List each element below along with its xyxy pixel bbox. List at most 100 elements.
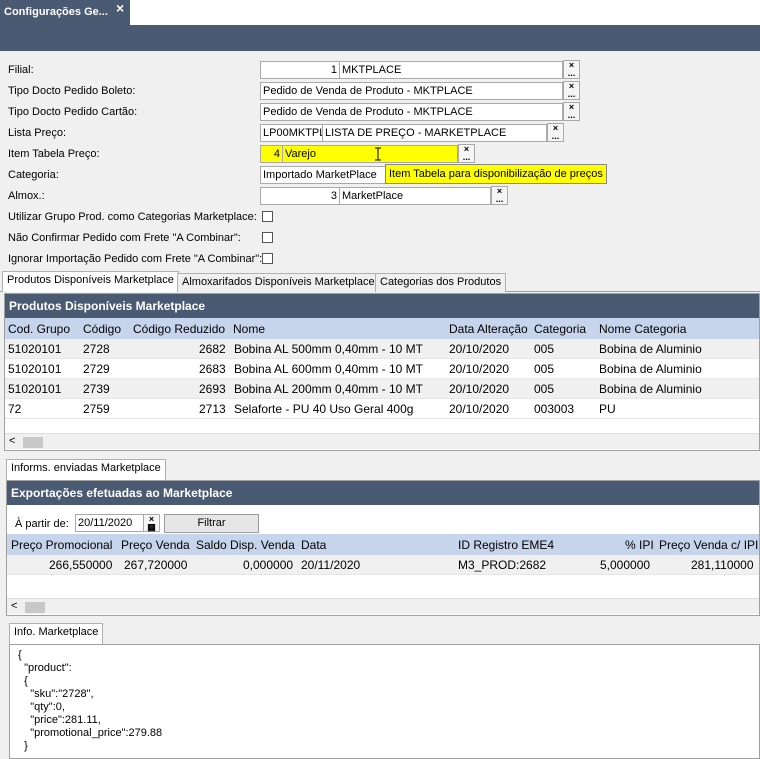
- lista-preco-code-field[interactable]: LP00MKTPL: [260, 124, 323, 142]
- cell: 005: [534, 362, 555, 376]
- filial-code-field[interactable]: 1: [260, 61, 340, 79]
- categoria-field[interactable]: Importado MarketPlace: [260, 166, 386, 184]
- ignorar-importacao-checkbox[interactable]: [262, 253, 273, 264]
- window-titlebar: Configurações Ge... ×: [0, 0, 760, 25]
- cell: 005: [534, 382, 555, 396]
- scroll-left-icon[interactable]: <: [11, 600, 17, 612]
- filial-label: Filial:: [8, 64, 34, 76]
- lista-preco-lookup-button[interactable]: ×...: [547, 123, 564, 142]
- col-saldo-disp-venda[interactable]: Saldo Disp. Venda: [196, 538, 295, 552]
- cell: Bobina de Aluminio: [599, 382, 702, 396]
- table-row[interactable]: 51020101 2728 2682 Bobina AL 500mm 0,40m…: [5, 339, 759, 359]
- cell: 20/10/2020: [449, 342, 510, 356]
- tipo-cartao-label: Tipo Docto Pedido Cartão:: [8, 106, 138, 118]
- cell: 2693: [199, 382, 226, 396]
- ellipsis-icon: ...: [551, 131, 560, 141]
- horizontal-scrollbar[interactable]: <: [7, 598, 759, 614]
- scroll-thumb[interactable]: [25, 602, 45, 613]
- item-tabela-lookup-button[interactable]: ×...: [458, 144, 475, 163]
- ellipsis-icon: ...: [567, 110, 576, 120]
- tipo-boleto-field[interactable]: Pedido de Venda de Produto - MKTPLACE: [260, 82, 563, 100]
- tab-title: Configurações Ge...: [4, 6, 108, 18]
- cell: 267,720000: [124, 558, 188, 572]
- tab-info-marketplace[interactable]: Info. Marketplace: [9, 623, 104, 644]
- tab-almoxarifados[interactable]: Almoxarifados Disponíveis Marketplace: [177, 273, 380, 292]
- tab-produtos[interactable]: Produtos Disponíveis Marketplace: [2, 271, 179, 292]
- col-nome[interactable]: Nome: [233, 322, 265, 336]
- tab-strip: Produtos Disponíveis Marketplace Almoxar…: [0, 271, 760, 292]
- cell: Bobina AL 600mm 0,40mm - 10 MT: [234, 362, 423, 376]
- close-icon[interactable]: ×: [116, 0, 124, 16]
- cell: 2728: [83, 342, 110, 356]
- json-content[interactable]: { "product": { "sku":"2728", "qty":0, "p…: [10, 645, 759, 757]
- grupo-categorias-checkbox[interactable]: [262, 211, 273, 222]
- cell: 51020101: [8, 362, 62, 376]
- ellipsis-icon: ...: [567, 89, 576, 99]
- col-nome-categoria[interactable]: Nome Categoria: [599, 322, 686, 336]
- item-tabela-code-field[interactable]: 4: [260, 145, 283, 163]
- horizontal-scrollbar[interactable]: <: [5, 433, 759, 449]
- cell: 0,000000: [243, 558, 294, 572]
- tipo-cartao-lookup-button[interactable]: ×...: [563, 102, 580, 121]
- col-preco-venda[interactable]: Preço Venda: [121, 538, 190, 552]
- cell: 2713: [199, 402, 226, 416]
- table-row[interactable]: 51020101 2739 2693 Bobina AL 200mm 0,40m…: [5, 379, 759, 399]
- cell: Bobina de Aluminio: [599, 342, 702, 356]
- calendar-button[interactable]: × ▦: [143, 514, 160, 532]
- cell: 2682: [199, 342, 226, 356]
- table-row[interactable]: 72 2759 2713 Selaforte - PU 40 Uso Geral…: [5, 399, 759, 419]
- col-id-registro[interactable]: ID Registro EME4: [458, 538, 554, 552]
- item-tabela-name-field[interactable]: Varejo: [282, 145, 458, 163]
- col-categoria[interactable]: Categoria: [534, 322, 586, 336]
- almox-name-field[interactable]: MarketPlace: [339, 187, 491, 205]
- col-data-alteracao[interactable]: Data Alteração: [449, 322, 528, 336]
- lista-preco-name-field[interactable]: LISTA DE PREÇO - MARKETPLACE: [322, 124, 547, 142]
- a-partir-de-date-field[interactable]: 20/11/2020: [75, 514, 145, 532]
- col-data[interactable]: Data: [301, 538, 326, 552]
- cell: 005: [534, 342, 555, 356]
- cell: 20/10/2020: [449, 402, 510, 416]
- tab-informs-enviadas[interactable]: Informs. enviadas Marketplace: [6, 459, 166, 480]
- cell: 51020101: [8, 342, 62, 356]
- exportacoes-grid-header: Preço Promocional Preço Venda Saldo Disp…: [7, 534, 759, 555]
- cell: Bobina de Aluminio: [599, 362, 702, 376]
- toolbar-band: [0, 25, 760, 51]
- calendar-icon: ▦: [147, 522, 156, 532]
- table-row[interactable]: 51020101 2729 2683 Bobina AL 600mm 0,40m…: [5, 359, 759, 379]
- ellipsis-icon: ...: [462, 152, 471, 162]
- info-marketplace-panel: { "product": { "sku":"2728", "qty":0, "p…: [9, 644, 760, 759]
- text-cursor-icon: [375, 147, 381, 161]
- col-preco-promocional[interactable]: Preço Promocional: [11, 538, 112, 552]
- tipo-boleto-lookup-button[interactable]: ×...: [563, 81, 580, 100]
- filtrar-button[interactable]: Filtrar: [164, 514, 259, 533]
- almox-code-field[interactable]: 3: [260, 187, 340, 205]
- tooltip: Item Tabela para disponibilização de pre…: [385, 164, 607, 184]
- cell: 51020101: [8, 382, 62, 396]
- tab-configuracoes-gerais[interactable]: Configurações Ge...: [0, 0, 130, 25]
- filial-lookup-button[interactable]: ×...: [563, 60, 580, 79]
- nao-confirmar-frete-checkbox[interactable]: [262, 232, 273, 243]
- col-ipi[interactable]: % IPI: [625, 538, 654, 552]
- cell: Selaforte - PU 40 Uso Geral 400g: [234, 402, 414, 416]
- tipo-cartao-field[interactable]: Pedido de Venda de Produto - MKTPLACE: [260, 103, 563, 121]
- grupo-categorias-label: Utilizar Grupo Prod. como Categorias Mar…: [8, 211, 257, 223]
- table-row[interactable]: 266,550000 267,720000 0,000000 20/11/202…: [7, 555, 759, 575]
- tab-categorias[interactable]: Categorias dos Produtos: [375, 273, 507, 292]
- scroll-thumb[interactable]: [23, 437, 43, 448]
- cell: M3_PROD:2682: [458, 558, 547, 572]
- col-preco-venda-ipi[interactable]: Preço Venda c/ IPI: [659, 538, 758, 552]
- ignorar-importacao-label: Ignorar Importação Pedido com Frete "A C…: [8, 253, 263, 265]
- cell: 20/11/2020: [301, 558, 361, 572]
- categoria-label: Categoria:: [8, 169, 59, 181]
- tipo-boleto-label: Tipo Docto Pedido Boleto:: [8, 85, 136, 97]
- col-cod-grupo[interactable]: Cod. Grupo: [8, 322, 70, 336]
- col-codigo[interactable]: Código: [83, 322, 121, 336]
- scroll-left-icon[interactable]: <: [9, 435, 15, 447]
- cell: 2729: [83, 362, 110, 376]
- filial-name-field[interactable]: MKTPLACE: [339, 61, 563, 79]
- cell: 20/10/2020: [449, 362, 510, 376]
- cell: 2683: [199, 362, 226, 376]
- cell: 5,000000: [600, 558, 651, 572]
- almox-lookup-button[interactable]: ×...: [491, 186, 508, 205]
- col-codigo-reduzido[interactable]: Código Reduzido: [133, 322, 225, 336]
